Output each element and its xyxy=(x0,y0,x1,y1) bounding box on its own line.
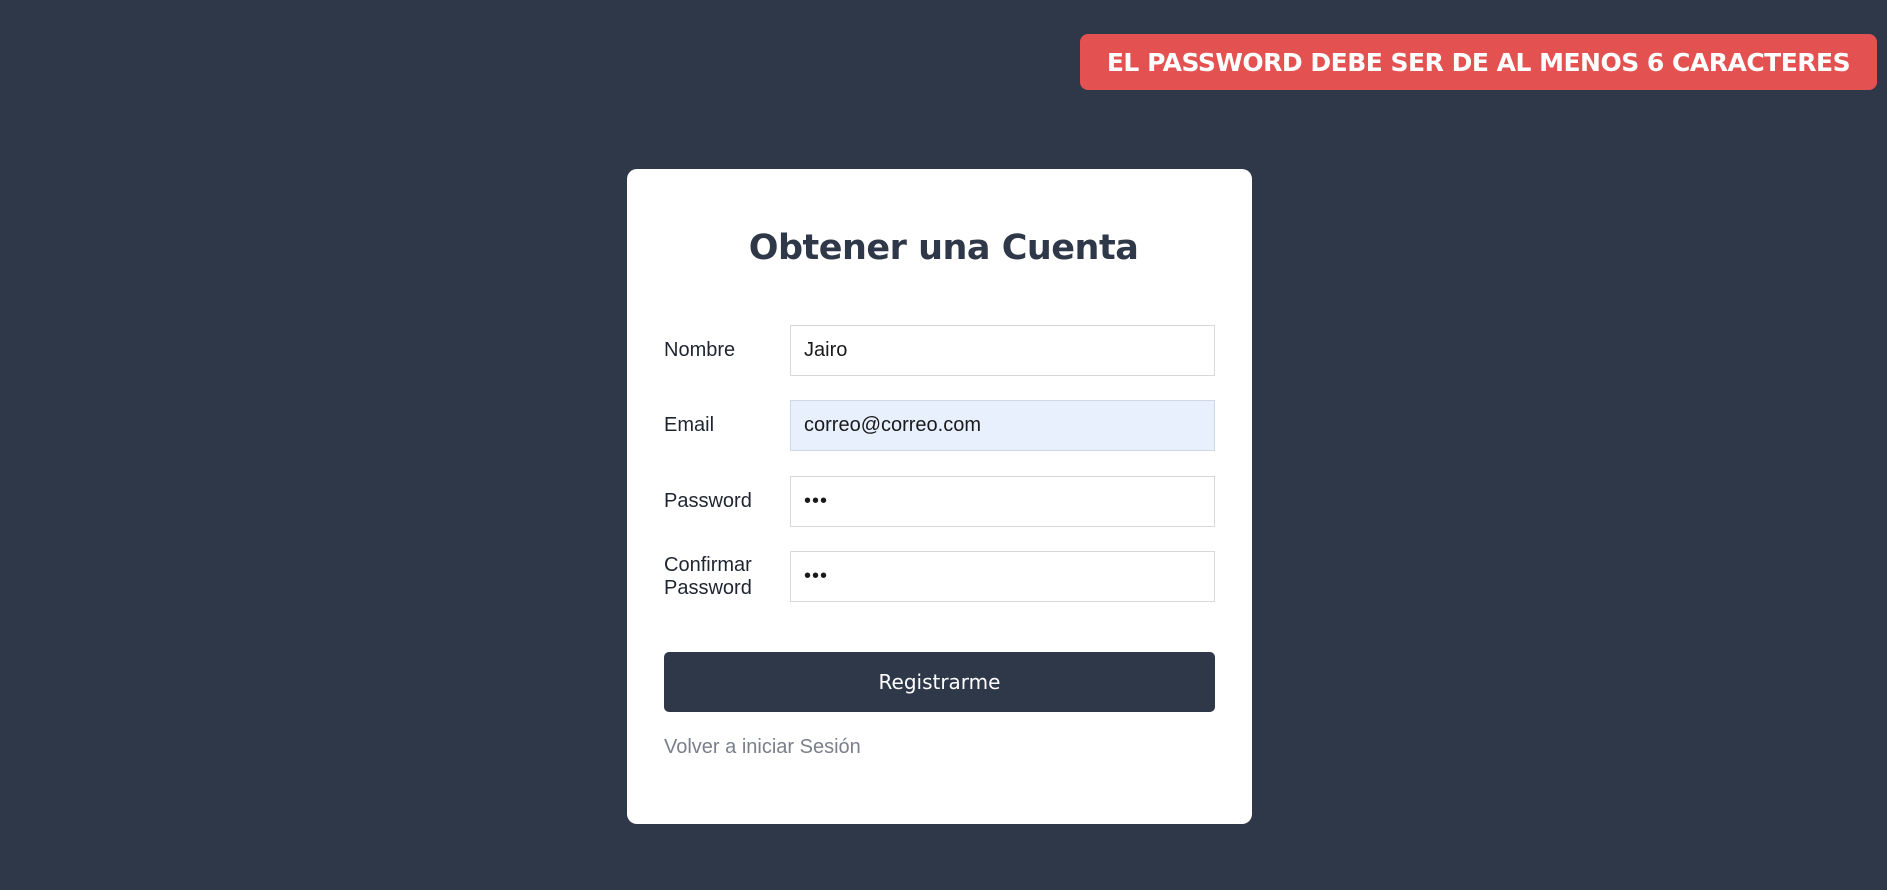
password-row: Password xyxy=(664,476,1215,527)
register-button[interactable]: Registrarme xyxy=(664,652,1215,712)
page-title: Obtener una Cuenta xyxy=(748,228,1139,268)
confirm-password-row: Confirmar Password xyxy=(664,551,1215,602)
name-input[interactable] xyxy=(790,325,1215,376)
email-input[interactable] xyxy=(790,400,1215,451)
email-row: Email xyxy=(664,400,1215,451)
name-row: Nombre xyxy=(664,325,1215,376)
password-label: Password xyxy=(664,490,752,512)
back-to-login-link[interactable]: Volver a iniciar Sesión xyxy=(664,736,861,759)
confirm-password-label: Confirmar Password xyxy=(664,553,752,599)
confirm-password-input[interactable] xyxy=(790,551,1215,602)
password-input[interactable] xyxy=(790,476,1215,527)
error-alert: EL PASSWORD DEBE SER DE AL MENOS 6 CARAC… xyxy=(1080,34,1877,90)
email-label: Email xyxy=(664,414,715,436)
name-label: Nombre xyxy=(664,339,736,361)
